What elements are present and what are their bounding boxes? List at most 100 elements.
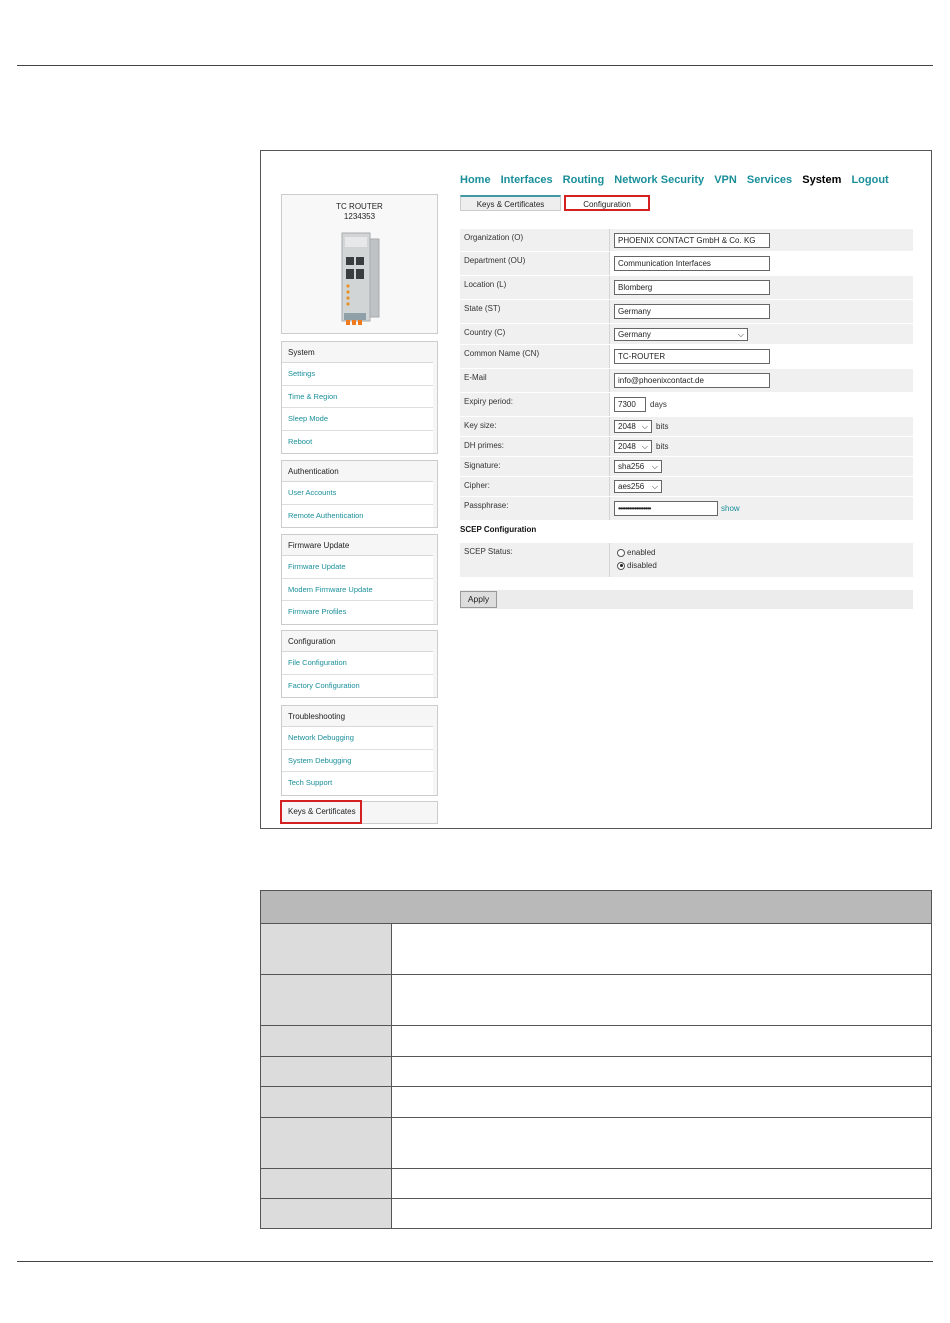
sidebar-item-modem-firmware-update[interactable]: Modem Firmware Update [282,578,433,601]
scep-disabled-option[interactable]: disabled [617,559,906,572]
sidebar-header-authentication: Authentication [282,461,433,482]
form-row-location: Location (L) [460,276,913,300]
table-row [260,1086,932,1118]
state-input[interactable] [614,304,770,319]
device-panel: TC ROUTER 1234353 [281,194,438,334]
scep-status-row: SCEP Status: enabled disabled [460,543,913,577]
sidebar-item-network-debugging[interactable]: Network Debugging [282,727,433,750]
tab-keys-certificates[interactable]: Keys & Certificates [460,195,561,211]
sidebar-header-troubleshooting: Troubleshooting [282,706,433,727]
nav-logout[interactable]: Logout [851,174,888,186]
sidebar-item-reboot[interactable]: Reboot [282,430,433,453]
email-input[interactable] [614,373,770,388]
key-size-label: Key size: [460,417,610,436]
table-row [260,974,932,1026]
chevron-down-icon: ⌵ [651,482,658,491]
nav-system[interactable]: System [802,174,841,186]
table-header [260,890,932,924]
bottom-rule [17,1261,933,1262]
form-row-email: E-Mail [460,369,913,393]
sidebar-item-file-configuration[interactable]: File Configuration [282,652,433,675]
nav-network-security[interactable]: Network Security [614,174,704,186]
screenshot-frame: Home Interfaces Routing Network Security… [260,150,932,829]
form-row-dh-primes: DH primes: 2048 ⌵ bits [460,437,913,457]
dh-primes-select[interactable]: 2048 ⌵ [614,440,652,453]
signature-label: Signature: [460,457,610,476]
nav-routing[interactable]: Routing [563,174,605,186]
chevron-down-icon: ⌵ [737,329,744,339]
organization-input[interactable] [614,232,770,248]
router-device-image [341,232,380,325]
signature-select[interactable]: sha256 ⌵ [614,460,662,473]
cipher-label: Cipher: [460,477,610,496]
common-name-label: Common Name (CN) [460,345,610,368]
table-row [260,1025,932,1057]
sidebar-item-firmware-update[interactable]: Firmware Update [282,556,433,579]
location-label: Location (L) [460,276,610,299]
sidebar-item-system-debugging[interactable]: System Debugging [282,749,433,772]
country-select[interactable]: Germany ⌵ [614,327,748,341]
tab-configuration[interactable]: Configuration [564,195,650,211]
sidebar-group-firmware: Firmware Update Firmware Update Modem Fi… [281,534,438,625]
apply-button[interactable]: Apply [460,591,497,608]
key-size-select[interactable]: 2048 ⌵ [614,420,652,433]
passphrase-input[interactable]: •••••••••••••••••• [614,501,718,516]
sidebar-header-system: System [282,342,433,363]
form-row-signature: Signature: sha256 ⌵ [460,457,913,477]
chevron-down-icon: ⌵ [641,422,648,431]
dh-primes-label: DH primes: [460,437,610,456]
sidebar-item-tech-support[interactable]: Tech Support [282,772,433,795]
sidebar-header-firmware-update: Firmware Update [282,535,433,556]
sidebar-group-system: System Settings Time & Region Sleep Mode… [281,341,438,454]
sidebar-item-firmware-profiles[interactable]: Firmware Profiles [282,601,433,624]
expiry-unit: days [650,400,667,409]
sidebar-item-keys-certificates[interactable]: Keys & Certificates [280,800,362,824]
scep-section-title: SCEP Configuration [460,525,537,534]
device-number: 1234353 [343,212,376,221]
location-input[interactable] [614,280,770,295]
sidebar-group-authentication: Authentication User Accounts Remote Auth… [281,460,438,528]
department-label: Department (OU) [460,252,610,275]
form-row-cipher: Cipher: aes256 ⌵ [460,477,913,497]
nav-home[interactable]: Home [460,174,491,186]
table-row [260,1117,932,1169]
sidebar-item-time-region[interactable]: Time & Region [282,385,433,408]
nav-services[interactable]: Services [747,174,792,186]
form-row-key-size: Key size: 2048 ⌵ bits [460,417,913,437]
form-row-expiry: Expiry period: days [460,393,913,417]
sidebar-item-remote-authentication[interactable]: Remote Authentication [282,504,433,527]
show-passphrase-link[interactable]: show [721,504,740,513]
form-row-department: Department (OU) [460,252,913,276]
radio-enabled[interactable] [617,548,625,557]
form-row-passphrase: Passphrase: •••••••••••••••••• show [460,497,913,521]
common-name-input[interactable] [614,349,770,364]
scep-enabled-option[interactable]: enabled [617,546,906,559]
apply-bar: Apply [460,590,913,609]
sidebar-item-factory-configuration[interactable]: Factory Configuration [282,674,433,697]
top-nav: Home Interfaces Routing Network Security… [460,174,896,186]
form-row-state: State (ST) [460,300,913,324]
sidebar-group-keys-certificates: Keys & Certificates [280,800,438,824]
sidebar-item-sleep-mode[interactable]: Sleep Mode [282,408,433,431]
scep-status-label: SCEP Status: [460,543,610,577]
cipher-select[interactable]: aes256 ⌵ [614,480,662,493]
device-name: TC ROUTER [336,202,383,211]
expiry-label: Expiry period: [460,393,610,416]
table-row [260,1056,932,1087]
country-label: Country (C) [460,324,610,344]
department-input[interactable] [614,256,770,271]
nav-vpn[interactable]: VPN [714,174,737,186]
certificate-form: Organization (O) Department (OU) Locatio… [460,229,913,521]
sidebar-item-user-accounts[interactable]: User Accounts [282,482,433,505]
radio-disabled[interactable] [617,561,625,570]
nav-interfaces[interactable]: Interfaces [501,174,553,186]
table-row [260,1198,932,1229]
sidebar-group-troubleshooting: Troubleshooting Network Debugging System… [281,705,438,796]
email-label: E-Mail [460,369,610,392]
form-row-common-name: Common Name (CN) [460,345,913,369]
organization-label: Organization (O) [460,229,610,251]
sidebar-item-settings[interactable]: Settings [282,363,433,386]
chevron-down-icon: ⌵ [651,462,658,471]
expiry-input[interactable] [614,397,646,412]
form-row-organization: Organization (O) [460,229,913,252]
